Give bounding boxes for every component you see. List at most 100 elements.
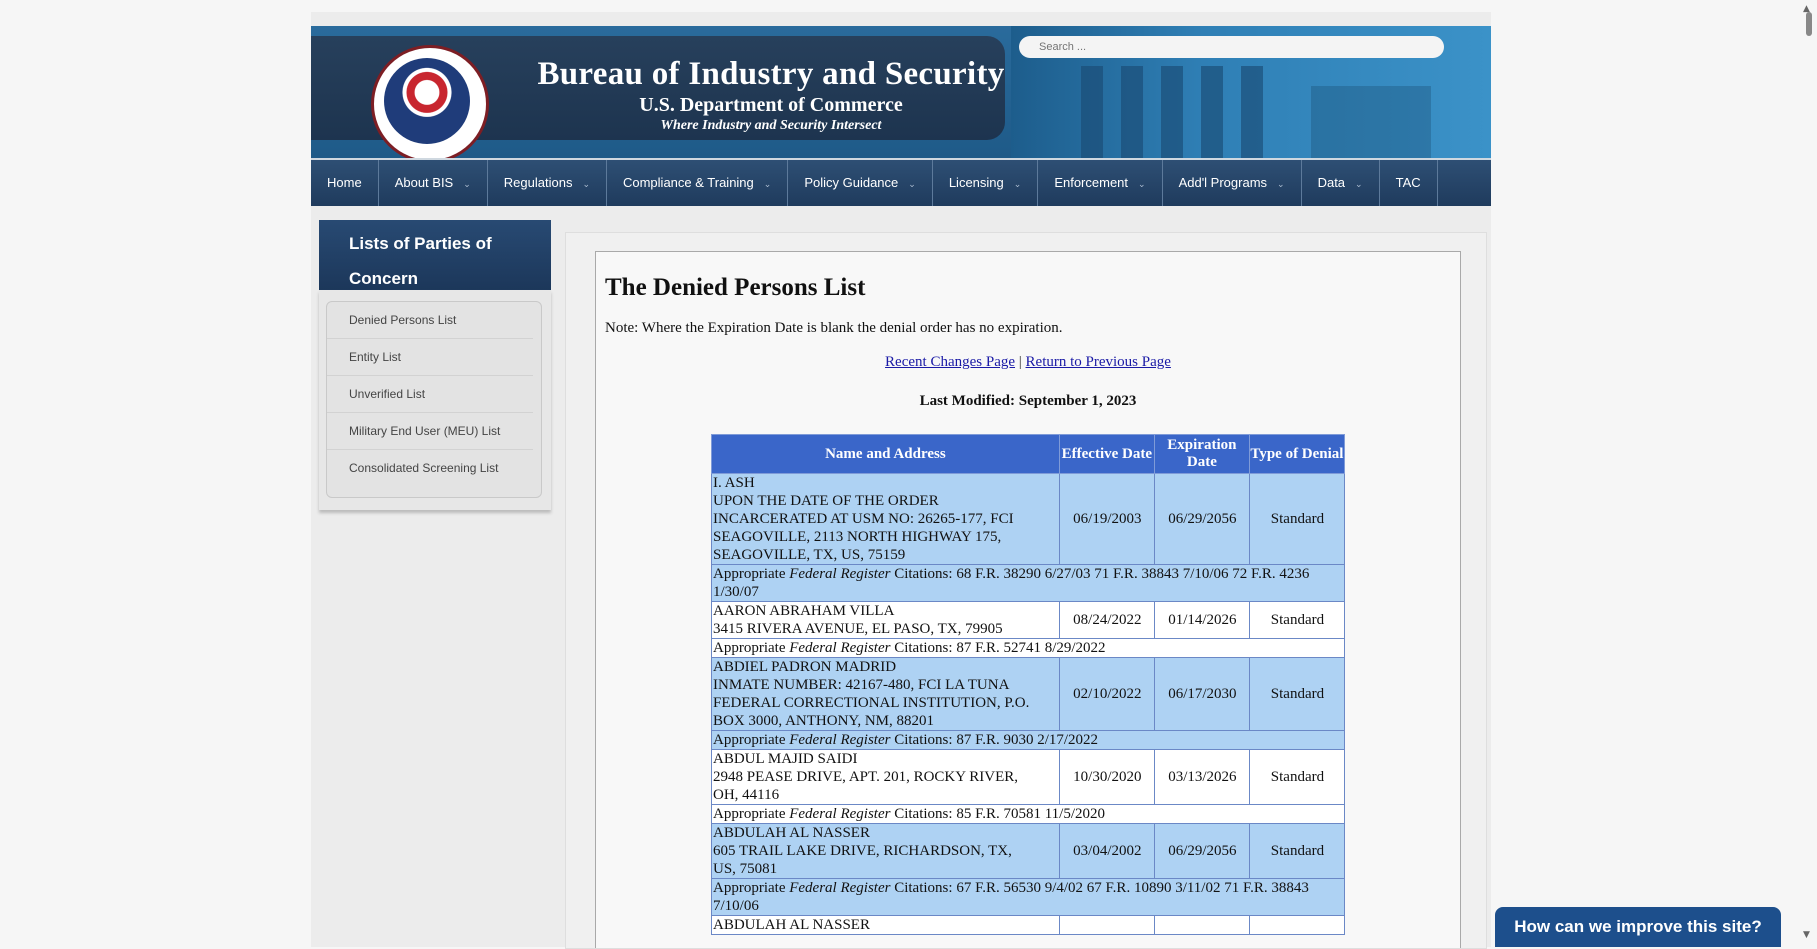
sidebar-item-entity-list[interactable]: Entity List (327, 339, 533, 376)
citation-cell: Appropriate Federal Register Citations: … (711, 804, 1345, 824)
sidebar-item-denied-persons-list[interactable]: Denied Persons List (327, 302, 533, 339)
chevron-down-icon: ⌄ (908, 179, 916, 189)
denial-type-cell: Standard (1248, 657, 1346, 731)
site-tagline: Where Industry and Security Intersect (660, 118, 882, 133)
name-address-line: ABDULAH AL NASSER (713, 825, 870, 841)
citation-label: Citations: (890, 732, 957, 748)
table-header-row: Name and Address Effective Date Expirati… (711, 434, 1346, 474)
nav-item-add-l-programs[interactable]: Add'l Programs ⌄ (1163, 160, 1302, 206)
name-address-cell: I. ASH UPON THE DATE OF THE ORDER INCARCER… (711, 473, 1060, 565)
name-address-line: AARON ABRAHAM VILLA (713, 603, 895, 619)
citation-cell: Appropriate Federal Register Citations: … (711, 878, 1345, 916)
chevron-down-icon: ⌄ (582, 179, 590, 189)
nav-item-tac[interactable]: TAC (1380, 160, 1438, 206)
scroll-down-arrow-icon[interactable]: ▼ (1803, 930, 1810, 940)
citation-federal-register: Federal Register (789, 880, 891, 896)
sidebar: Denied Persons List Entity List Unverified… (319, 290, 551, 510)
nav-item-regulations[interactable]: Regulations ⌄ (488, 160, 607, 206)
expiration-date-cell: 06/29/2056 (1153, 473, 1250, 565)
name-address-line: I. ASH (713, 475, 755, 491)
nav-item-label: Licensing (948, 175, 1004, 190)
nav-item-data[interactable]: Data ⌄ (1302, 160, 1380, 206)
bis-seal-logo[interactable] (371, 45, 489, 158)
expiration-date-cell: 01/14/2026 (1153, 601, 1250, 639)
nav-item-label: Data (1317, 175, 1346, 190)
citation-federal-register: Federal Register (789, 732, 891, 748)
nav-item-label: Add'l Programs (1178, 175, 1268, 190)
citation-label: Citations: (890, 806, 957, 822)
citation-cell: Appropriate Federal Register Citations: … (711, 730, 1345, 750)
table-row: ABDULAH AL NASSER (711, 915, 1346, 935)
nav-item-about-bis[interactable]: About BIS ⌄ (379, 160, 488, 206)
return-previous-link[interactable]: Return to Previous Page (1026, 354, 1171, 370)
expiration-date-cell: 06/29/2056 (1153, 823, 1250, 879)
nav-item-compliance-training[interactable]: Compliance & Training ⌄ (607, 160, 789, 206)
citation-prefix: Appropriate (713, 732, 790, 748)
nav-item-home[interactable]: Home (311, 160, 379, 206)
name-address-line: SEAGOVILLE, TX, US, 75159 (713, 547, 906, 563)
citation-text: 87 F.R. 9030 2/17/2022 (956, 732, 1099, 748)
denial-type-cell: Standard (1248, 601, 1346, 639)
effective-date-cell: 02/10/2022 (1058, 657, 1155, 731)
name-address-line: INMATE NUMBER: 42167-480, FCI LA TUNA (713, 677, 1010, 693)
citation-row: Appropriate Federal Register Citations: … (711, 804, 1345, 824)
denial-type-cell: Standard (1248, 823, 1346, 879)
site-header: Bureau of Industry and Security U.S. Dep… (311, 26, 1491, 160)
site-subtitle: U.S. Department of Commerce (639, 94, 903, 116)
denial-type-cell: Standard (1248, 749, 1346, 805)
feedback-button[interactable]: How can we improve this site? (1495, 907, 1781, 947)
title-panel: Bureau of Industry and Security U.S. Dep… (311, 36, 1005, 158)
chevron-down-icon: ⌄ (1277, 179, 1285, 189)
sidebar-item-unverified-list[interactable]: Unverified List (327, 376, 533, 413)
effective-date-cell: 06/19/2003 (1058, 473, 1155, 565)
citation-row: Appropriate Federal Register Citations: … (711, 638, 1345, 658)
sidebar-item-military-end-user-meu-list[interactable]: Military End User (MEU) List (327, 413, 533, 450)
name-address-cell: ABDULAH AL NASSER (711, 915, 1060, 935)
name-address-line: BOX 3000, ANTHONY, NM, 88201 (713, 713, 934, 729)
citation-label: Citations: (890, 640, 957, 656)
citation-prefix: Appropriate (713, 806, 790, 822)
search-input[interactable] (1019, 36, 1444, 58)
table-row: I. ASH UPON THE DATE OF THE ORDER INCARCER… (711, 473, 1346, 565)
table-row: ABDULAH AL NASSER 605 TRAIL LAKE DRIVE, R… (711, 823, 1346, 879)
last-modified: Last Modified: September 1, 2023 (919, 393, 1137, 409)
citation-federal-register: Federal Register (789, 806, 891, 822)
nav-item-label: Regulations (503, 175, 573, 190)
name-address-cell: AARON ABRAHAM VILLA 3415 RIVERA AVENUE, E… (711, 601, 1060, 639)
chevron-down-icon: ⌄ (1013, 179, 1022, 189)
chevron-down-icon: ⌄ (1355, 179, 1363, 189)
citation-text: 85 F.R. 70581 11/5/2020 (956, 806, 1105, 822)
citation-row: Appropriate Federal Register Citations: … (711, 564, 1345, 602)
chevron-down-icon: ⌄ (463, 179, 471, 189)
effective-date-cell: 10/30/2020 (1058, 749, 1155, 805)
nav-item-licensing[interactable]: Licensing ⌄ (933, 160, 1039, 206)
sidebar-list: Denied Persons List Entity List Unverified… (326, 301, 542, 498)
scrollbar-thumb[interactable] (1806, 12, 1812, 36)
nav-item-label: Compliance & Training (622, 175, 754, 190)
nav-item-label: TAC (1395, 175, 1421, 190)
name-address-cell: ABDULAH AL NASSER 605 TRAIL LAKE DRIVE, R… (711, 823, 1060, 879)
nav-item-enforcement[interactable]: Enforcement ⌄ (1038, 160, 1163, 206)
nav-item-label: Enforcement (1054, 175, 1129, 190)
main-nav: Home About BIS ⌄ Regulations ⌄ Compliance & T… (311, 160, 1491, 206)
expiration-note: Note: Where the Expiration Date is blank… (605, 320, 1063, 336)
chevron-down-icon: ⌄ (1138, 179, 1146, 189)
name-address-line: OH, 44116 (713, 787, 780, 803)
nav-item-label: About BIS (394, 175, 454, 190)
site-title[interactable]: Bureau of Industry and Security (531, 56, 1011, 93)
header-effective-date: Effective Date (1058, 434, 1155, 474)
sidebar-item-consolidated-screening-list[interactable]: Consolidated Screening List (327, 450, 533, 486)
name-address-line: 2948 PEASE DRIVE, APT. 201, ROCKY RIVER, (713, 769, 1019, 785)
name-address-line: FEDERAL CORRECTIONAL INSTITUTION, P.O. (713, 695, 1030, 711)
citation-row: Appropriate Federal Register Citations: … (711, 878, 1345, 916)
name-address-line: INCARCERATED AT USM NO: 26265-177, FCI (713, 511, 1014, 527)
recent-changes-link[interactable]: Recent Changes Page (885, 354, 1015, 370)
nav-item-policy-guidance[interactable]: Policy Guidance ⌄ (788, 160, 933, 206)
effective-date-cell (1058, 915, 1155, 935)
main-content: The Denied Persons List Note: Where the … (595, 251, 1461, 948)
page-links: Recent Changes Page | Return to Previous… (596, 354, 1460, 371)
sidebar-heading: Lists of Parties of Concern (319, 220, 551, 290)
expiration-date-cell (1153, 915, 1250, 935)
citation-label: Citations: (890, 880, 957, 896)
name-address-line: ABDUL MAJID SAIDI (713, 751, 858, 767)
